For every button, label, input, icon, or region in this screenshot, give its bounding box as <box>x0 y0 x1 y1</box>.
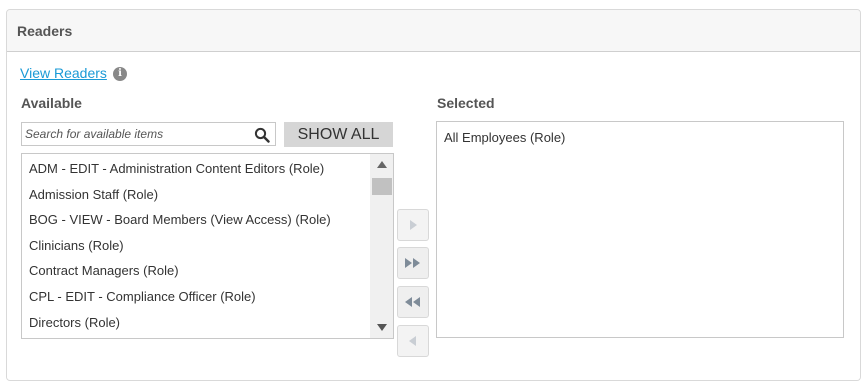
available-list-item[interactable]: ADM - EDIT - Administration Content Edit… <box>22 156 372 182</box>
move-all-right-button[interactable] <box>397 247 429 279</box>
move-left-button[interactable] <box>397 325 429 357</box>
double-arrow-left-icon <box>405 297 420 307</box>
selected-title: Selected <box>437 95 495 111</box>
selected-list: All Employees (Role) <box>436 121 844 338</box>
info-icon[interactable]: i <box>113 67 127 81</box>
scroll-up-arrow-icon[interactable] <box>376 160 388 170</box>
available-list-item[interactable]: Admission Staff (Role) <box>22 182 372 208</box>
available-list-item[interactable]: Directors (Role) <box>22 310 372 336</box>
arrow-left-icon <box>409 336 416 346</box>
available-list-item[interactable]: BOG - VIEW - Board Members (View Access)… <box>22 207 372 233</box>
available-list-item[interactable]: Contract Managers (Role) <box>22 258 372 284</box>
show-all-button[interactable]: SHOW ALL <box>284 122 393 147</box>
view-readers-link[interactable]: View Readers <box>20 65 107 81</box>
available-list: ADM - EDIT - Administration Content Edit… <box>21 153 394 339</box>
available-list-item[interactable]: CPL - EDIT - Compliance Officer (Role) <box>22 284 372 310</box>
move-all-left-button[interactable] <box>397 286 429 318</box>
available-list-item[interactable]: Clinicians (Role) <box>22 233 372 259</box>
search-input[interactable] <box>22 123 250 145</box>
arrow-right-icon <box>410 220 417 230</box>
scroll-down-arrow-icon[interactable] <box>376 322 388 332</box>
scroll-thumb[interactable] <box>372 178 392 195</box>
selected-list-item[interactable]: All Employees (Role) <box>437 125 843 151</box>
move-right-button[interactable] <box>397 209 429 241</box>
search-field <box>21 122 276 146</box>
selected-items: All Employees (Role) <box>437 125 843 151</box>
readers-panel: Readers View Readers i Available Selecte… <box>6 9 861 381</box>
panel-body: View Readers i Available Selected SHOW A… <box>7 52 860 380</box>
panel-title: Readers <box>7 10 860 52</box>
double-arrow-right-icon <box>405 258 420 268</box>
available-items: ADM - EDIT - Administration Content Edit… <box>22 154 372 335</box>
search-icon[interactable] <box>254 127 270 143</box>
scrollbar[interactable] <box>370 154 393 338</box>
available-title: Available <box>21 95 82 111</box>
